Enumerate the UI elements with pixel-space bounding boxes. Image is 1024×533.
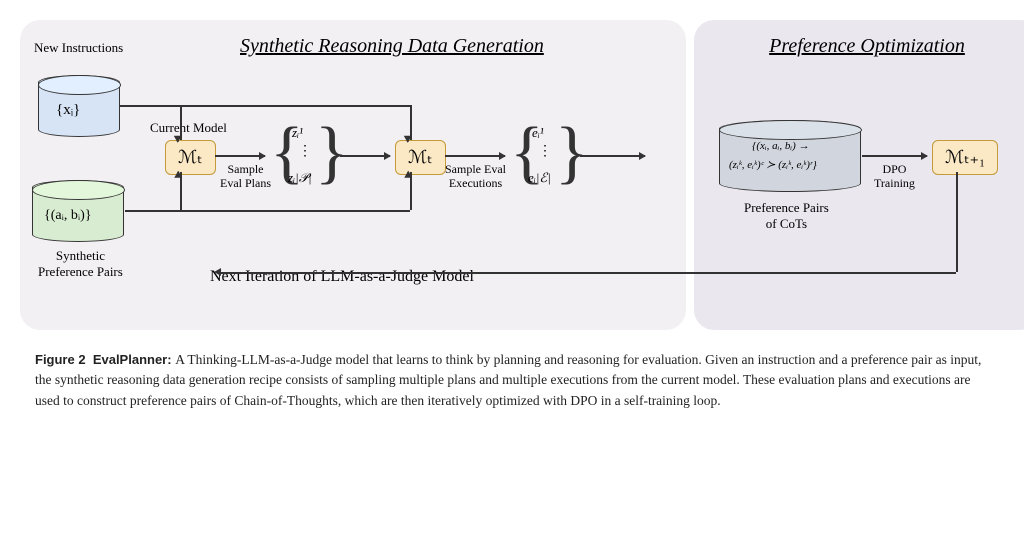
math-zp: zᵢ|𝒫| [288, 170, 312, 186]
arrow-mt-to-z [215, 155, 265, 157]
math-pref-bot: (zᵢᵏ, eᵢᵏ)ᶜ ≻ (zᵢᵏ, eᵢᵏ)ʳ} [729, 158, 817, 171]
label-dpo: DPO Training [874, 162, 915, 191]
panel-synthetic-data: Synthetic Reasoning Data Generation New … [20, 20, 686, 330]
arrow-ab-up-h [125, 210, 180, 212]
arrow-e-to-cyl [580, 155, 645, 157]
caption-body: A Thinking-LLM-as-a-Judge model that lea… [35, 352, 981, 408]
model-mt-2: ℳₜ [395, 140, 446, 175]
label-sample-plans: Sample Eval Plans [220, 162, 271, 191]
label-synthetic-pairs: Synthetic Preference Pairs [38, 248, 123, 279]
feedback-arrowhead [214, 268, 221, 276]
vdots-z: ⋮ [298, 148, 312, 155]
arrow-xi-down-h [120, 105, 180, 107]
caption-title: EvalPlanner: [93, 352, 172, 367]
feedback-h [219, 272, 956, 274]
panel-preference-opt: Preference Optimization {(xᵢ, aᵢ, bᵢ) → … [694, 20, 1024, 330]
label-pref-cots: Preference Pairs of CoTs [744, 200, 829, 231]
arrow-ab-long-h [180, 210, 410, 212]
cylinder-cot-pairs [719, 120, 861, 192]
arrow-ab2-head [407, 172, 409, 174]
arrow-xi-long-v [410, 105, 412, 140]
model-mt-plus-1: ℳₜ₊₁ [932, 140, 998, 175]
brace-e-right: } [555, 125, 589, 181]
arrow-xi-head [177, 140, 179, 142]
math-eE: eᵢ|ℰ| [528, 170, 551, 186]
arrow-xi2-head [407, 140, 409, 142]
figure-caption: Figure 2 EvalPlanner: A Thinking-LLM-as-… [20, 350, 1004, 411]
arrow-mt2-to-e [445, 155, 505, 157]
arrow-xi-down-v [180, 105, 182, 140]
model-mt-1: ℳₜ [165, 140, 216, 175]
arrow-cyl-to-mt1 [862, 155, 927, 157]
caption-fig-label: Figure 2 [35, 352, 86, 367]
label-current-model: Current Model [150, 120, 227, 136]
math-e1: eᵢ¹ [532, 125, 544, 141]
vdots-e: ⋮ [538, 148, 552, 155]
arrow-ab-head [177, 172, 179, 174]
brace-z-right: } [315, 125, 349, 181]
label-sample-exec: Sample Eval Executions [445, 162, 506, 191]
label-new-instructions: New Instructions [34, 40, 123, 56]
label-next-iteration: Next Iteration of LLM-as-a-Judge Model [210, 268, 474, 286]
panel-title-right: Preference Optimization [694, 35, 1024, 58]
cylinder-instructions-label: {xᵢ} [56, 102, 80, 119]
diagram-container: Synthetic Reasoning Data Generation New … [20, 20, 1004, 330]
feedback-v1 [956, 172, 958, 272]
math-z1: zᵢ¹ [292, 125, 303, 141]
panel-title-left: Synthetic Reasoning Data Generation [240, 35, 544, 58]
math-pref-top: {(xᵢ, aᵢ, bᵢ) → [752, 140, 810, 152]
cylinder-pairs-label: {(aᵢ, bᵢ)} [44, 208, 92, 224]
arrow-xi-long-h [180, 105, 410, 107]
arrow-z-to-mt2 [340, 155, 390, 157]
